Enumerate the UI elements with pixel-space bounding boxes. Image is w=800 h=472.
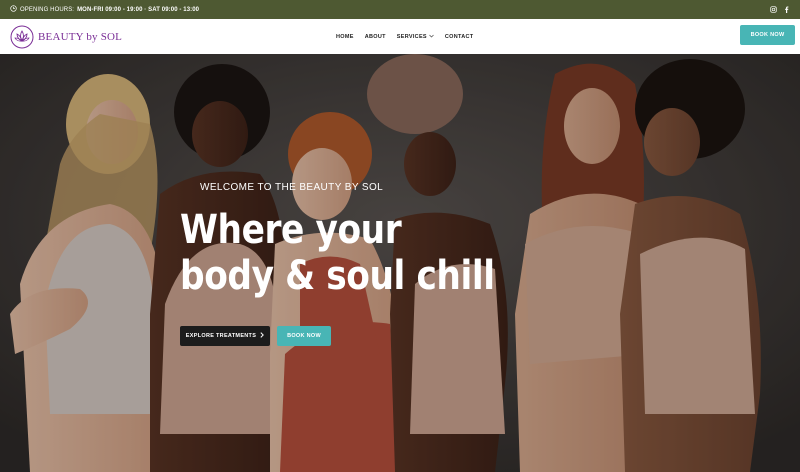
nav-item-services[interactable]: SERVICES	[397, 34, 434, 40]
main-navigation: HOME ABOUT SERVICES CONTACT	[336, 19, 484, 54]
lotus-logo-icon	[10, 25, 34, 49]
chevron-down-icon	[429, 34, 434, 40]
hero-headline-line-1: Where your	[180, 207, 402, 253]
header-book-now-button[interactable]: BOOK NOW	[740, 25, 795, 45]
clock-icon	[10, 5, 17, 14]
brand-logo[interactable]: BEAUTY by SOL	[10, 25, 122, 49]
facebook-icon[interactable]	[783, 6, 790, 13]
social-links	[770, 6, 790, 13]
top-info-bar: OPENING HOURS: MON-FRI 09:00 - 19:00 · S…	[0, 0, 800, 19]
nav-item-services-label: SERVICES	[396, 33, 427, 40]
opening-hours-value: MON-FRI 09:00 - 19:00 · SAT 09:00 - 13:0…	[77, 6, 200, 13]
hero-book-now-button[interactable]: BOOK NOW	[277, 326, 331, 346]
instagram-icon[interactable]	[770, 6, 777, 13]
hero-welcome-text: WELCOME TO THE BEAUTY BY SOL	[200, 182, 384, 193]
nav-item-home[interactable]: HOME	[336, 34, 354, 40]
main-header: BEAUTY by SOL HOME ABOUT SERVICES CONTAC…	[0, 19, 800, 54]
nav-item-about[interactable]: ABOUT	[365, 34, 386, 40]
hero-headline-line-2: body & soul chill	[180, 253, 495, 299]
brand-name: BEAUTY by SOL	[38, 30, 123, 43]
opening-hours: OPENING HOURS: MON-FRI 09:00 - 19:00 · S…	[10, 5, 199, 14]
hero-content: WELCOME TO THE BEAUTY BY SOL Where your …	[180, 182, 540, 346]
chevron-right-icon	[260, 332, 265, 340]
opening-hours-label: OPENING HOURS:	[20, 6, 75, 13]
hero-section: WELCOME TO THE BEAUTY BY SOL Where your …	[0, 54, 800, 472]
nav-item-contact[interactable]: CONTACT	[445, 34, 474, 40]
hero-cta-group: EXPLORE TREATMENTS BOOK NOW	[180, 326, 331, 346]
hero-headline: Where your body & soul chill	[180, 207, 495, 299]
explore-treatments-label: EXPLORE TREATMENTS	[185, 333, 257, 339]
explore-treatments-button[interactable]: EXPLORE TREATMENTS	[180, 326, 270, 346]
